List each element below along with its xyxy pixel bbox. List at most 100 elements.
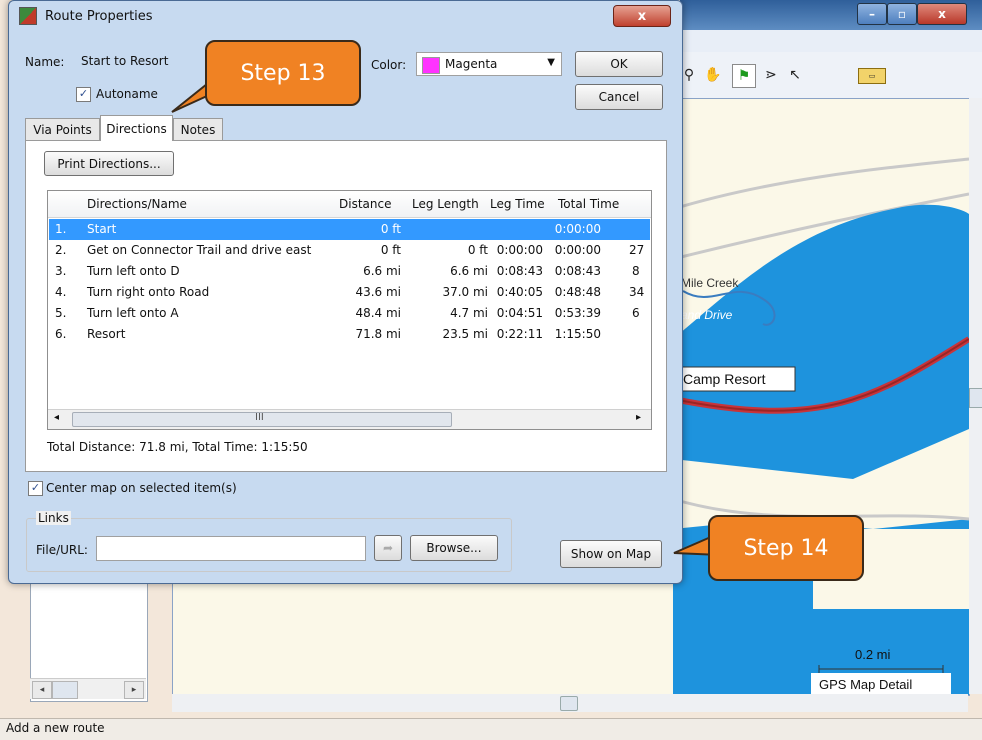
scroll-left-icon[interactable]: ◂ bbox=[32, 681, 52, 699]
row-total-time: 0:08:43 bbox=[554, 264, 601, 278]
menu-bar bbox=[680, 30, 982, 53]
hscroll-thumb[interactable] bbox=[560, 696, 578, 711]
row-name: Turn left onto D bbox=[87, 264, 180, 278]
go-link-icon[interactable]: ➦ bbox=[374, 535, 402, 561]
row-extra: 27 bbox=[629, 243, 645, 257]
creek-label: Mile Creek bbox=[681, 276, 739, 290]
show-on-map-button[interactable]: Show on Map bbox=[560, 540, 662, 568]
table-row[interactable]: 3. Turn left onto D 6.6 mi 6.6 mi 0:08:4… bbox=[49, 261, 650, 282]
color-swatch bbox=[422, 57, 440, 74]
file-url-label: File/URL: bbox=[36, 543, 88, 557]
file-url-input[interactable] bbox=[96, 536, 366, 561]
map-toolbar: ⚲ ✋ ⚑ ⋗ ↖ ▭ bbox=[680, 52, 982, 99]
table-row[interactable]: 5. Turn left onto A 48.4 mi 4.7 mi 0:04:… bbox=[49, 303, 650, 324]
row-leg-time: 0:04:51 bbox=[496, 306, 543, 320]
left-panel-scrollbar[interactable]: ◂ ▸ bbox=[30, 678, 146, 699]
map-horizontal-scrollbar[interactable] bbox=[172, 694, 968, 712]
route-tool-icon[interactable]: ⋗ bbox=[760, 64, 782, 86]
row-extra: 34 bbox=[629, 285, 645, 299]
step14-callout: Step 14 bbox=[708, 515, 864, 581]
cancel-button[interactable]: Cancel bbox=[575, 84, 663, 110]
chevron-down-icon: ▼ bbox=[547, 57, 555, 68]
list-horizontal-scrollbar[interactable]: ◂ III ▸ bbox=[48, 409, 651, 429]
color-label: Color: bbox=[371, 58, 407, 72]
row-distance: 48.4 mi bbox=[355, 306, 401, 320]
color-value: Magenta bbox=[445, 57, 498, 71]
row-distance: 0 ft bbox=[380, 243, 401, 257]
row-extra: 6 bbox=[632, 306, 640, 320]
row-distance: 0 ft bbox=[380, 222, 401, 236]
row-leg-time: 0:08:43 bbox=[496, 264, 543, 278]
drive-label: and Drive bbox=[681, 308, 733, 322]
row-name: Get on Connector Trail and drive east bbox=[87, 243, 312, 257]
row-leg-length: 0 ft bbox=[467, 243, 488, 257]
center-map-label: Center map on selected item(s) bbox=[46, 481, 237, 495]
row-distance: 71.8 mi bbox=[355, 327, 401, 341]
row-total-time: 0:48:48 bbox=[554, 285, 601, 299]
scroll-left-icon[interactable]: ◂ bbox=[54, 412, 59, 423]
row-name: Start bbox=[87, 222, 117, 236]
color-dropdown[interactable]: Magenta ▼ bbox=[416, 52, 562, 76]
browse-button[interactable]: Browse... bbox=[410, 535, 498, 561]
table-row[interactable]: 2. Get on Connector Trail and drive east… bbox=[49, 240, 650, 261]
scroll-right-icon[interactable]: ▸ bbox=[124, 681, 144, 699]
table-row[interactable]: 6. Resort 71.8 mi 23.5 mi 0:22:11 1:15:5… bbox=[49, 324, 650, 345]
measure-icon[interactable]: ▭ bbox=[858, 68, 886, 84]
row-leg-time: 0:22:11 bbox=[496, 327, 543, 341]
row-leg-length: 37.0 mi bbox=[442, 285, 488, 299]
hand-pan-icon[interactable]: ✋ bbox=[702, 64, 724, 86]
status-bar: Add a new route bbox=[0, 718, 982, 740]
tab-directions[interactable]: Directions bbox=[100, 115, 173, 141]
row-extra: 8 bbox=[632, 264, 640, 278]
links-label: Links bbox=[36, 511, 71, 525]
scroll-grip: III bbox=[255, 412, 264, 423]
col-distance[interactable]: Distance bbox=[339, 197, 391, 211]
route-icon bbox=[19, 7, 37, 25]
col-leg-length[interactable]: Leg Length bbox=[412, 197, 479, 211]
scroll-thumb[interactable] bbox=[52, 681, 78, 699]
close-window-button[interactable]: x bbox=[917, 3, 967, 25]
row-leg-time: 0:00:00 bbox=[496, 243, 543, 257]
map-detail-label: GPS Map Detail bbox=[819, 677, 912, 692]
col-directions-name[interactable]: Directions/Name bbox=[87, 197, 187, 211]
resort-label: Camp Resort bbox=[683, 371, 766, 387]
col-leg-time[interactable]: Leg Time bbox=[490, 197, 545, 211]
tab-notes[interactable]: Notes bbox=[173, 118, 223, 140]
row-name: Turn right onto Road bbox=[87, 285, 210, 299]
row-total-time: 0:00:00 bbox=[554, 243, 601, 257]
row-total-time: 0:53:39 bbox=[554, 306, 601, 320]
row-name: Resort bbox=[87, 327, 126, 341]
directions-list[interactable]: Directions/Name Distance Leg Length Leg … bbox=[47, 190, 652, 430]
flag-tool-icon[interactable]: ⚑ bbox=[732, 64, 756, 88]
row-number: 4. bbox=[55, 285, 67, 299]
table-row[interactable]: 1. Start 0 ft 0:00:00 bbox=[49, 219, 650, 240]
row-number: 5. bbox=[55, 306, 67, 320]
row-number: 2. bbox=[55, 243, 67, 257]
row-total-time: 1:15:50 bbox=[554, 327, 601, 341]
minimize-button[interactable]: – bbox=[857, 3, 887, 25]
row-number: 3. bbox=[55, 264, 67, 278]
ok-button[interactable]: OK bbox=[575, 51, 663, 77]
select-arrow-icon[interactable]: ↖ bbox=[784, 64, 806, 86]
row-leg-length: 4.7 mi bbox=[450, 306, 488, 320]
row-leg-length: 23.5 mi bbox=[442, 327, 488, 341]
maximize-button[interactable]: ▫ bbox=[887, 3, 917, 25]
list-scroll-thumb[interactable]: III bbox=[72, 412, 452, 427]
status-text: Add a new route bbox=[6, 721, 105, 735]
scale-label: 0.2 mi bbox=[855, 647, 891, 662]
table-row[interactable]: 4. Turn right onto Road 43.6 mi 37.0 mi … bbox=[49, 282, 650, 303]
center-map-checkbox[interactable]: ✓ bbox=[28, 481, 43, 496]
autoname-checkbox[interactable]: ✓ bbox=[76, 87, 91, 102]
tab-via-points[interactable]: Via Points bbox=[25, 118, 100, 140]
print-directions-button[interactable]: Print Directions... bbox=[44, 151, 174, 176]
scroll-right-icon[interactable]: ▸ bbox=[636, 412, 641, 423]
col-total-time[interactable]: Total Time bbox=[558, 197, 619, 211]
vscroll-thumb[interactable] bbox=[969, 388, 982, 408]
name-label: Name: bbox=[25, 55, 65, 69]
autoname-label: Autoname bbox=[96, 87, 158, 101]
map-vertical-scrollbar[interactable] bbox=[969, 98, 982, 694]
list-header: Directions/Name Distance Leg Length Leg … bbox=[48, 191, 651, 218]
step13-callout: Step 13 bbox=[205, 40, 361, 106]
dialog-close-button[interactable]: x bbox=[613, 5, 671, 27]
row-number: 6. bbox=[55, 327, 67, 341]
